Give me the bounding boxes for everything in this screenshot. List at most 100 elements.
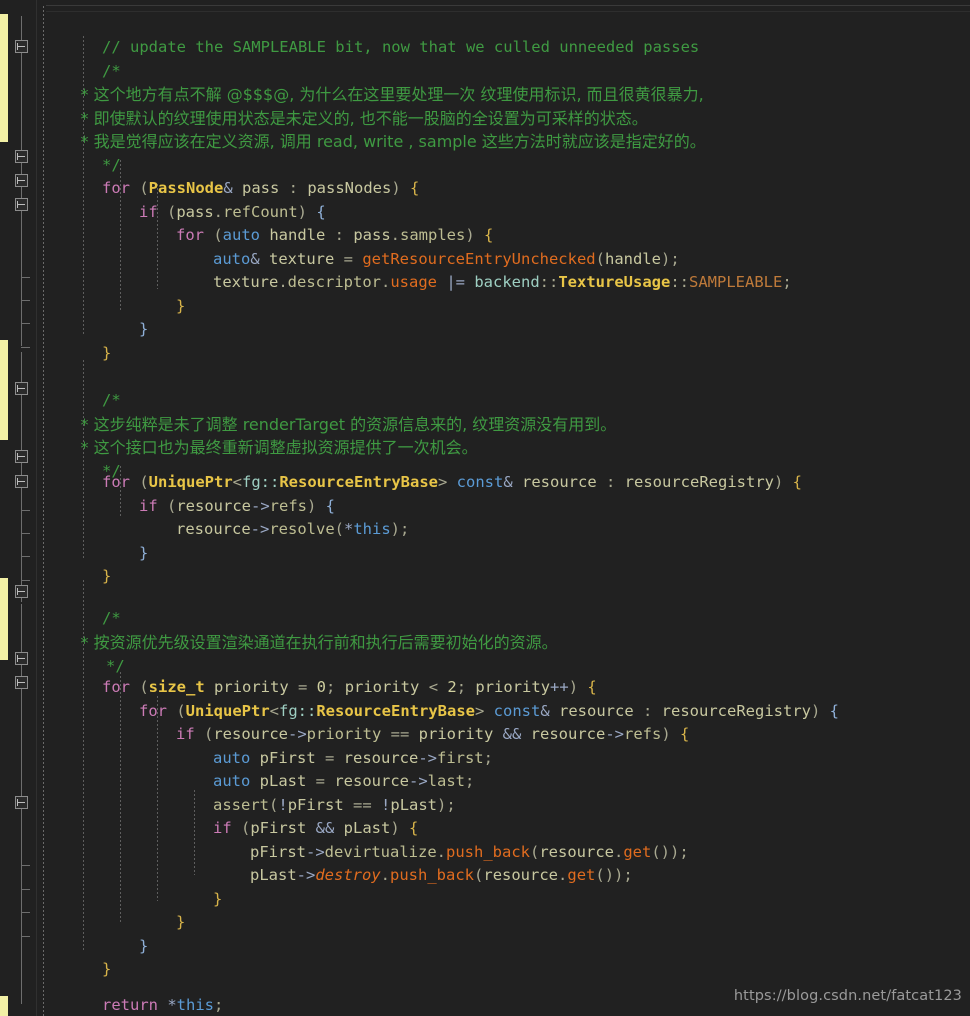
code-line[interactable]: } xyxy=(46,541,111,585)
member: descriptor xyxy=(287,272,381,291)
code-line[interactable]: /* xyxy=(46,583,121,627)
code-line[interactable]: for (UniquePtr<fg::ResourceEntryBase> co… xyxy=(83,676,839,720)
code-line[interactable]: pFirst->devirtualize.push_back(resource.… xyxy=(194,817,689,861)
code-line[interactable]: assert(!pFirst == !pLast); xyxy=(157,770,456,814)
method-resolve: resolve xyxy=(269,519,335,538)
keyword-return: return xyxy=(102,995,158,1014)
code-line[interactable]: resource->resolve(*this); xyxy=(120,494,409,538)
fold-end-tick xyxy=(21,510,30,511)
code-line[interactable]: } xyxy=(46,318,111,362)
change-marker-bar xyxy=(0,578,8,660)
punct: ) xyxy=(391,178,411,197)
fold-toggle-icon[interactable] xyxy=(15,174,28,187)
code-line[interactable]: /* xyxy=(46,365,121,409)
identifier: texture xyxy=(213,272,279,291)
fold-end-tick xyxy=(21,580,30,581)
code-line[interactable]: for (PassNode& pass : passNodes) { xyxy=(46,153,419,197)
code-line[interactable]: auto& texture = getResourceEntryUnchecke… xyxy=(157,224,680,268)
code-line[interactable]: // update the SAMPLEABLE bit, now that w… xyxy=(46,12,699,56)
fold-toggle-icon[interactable] xyxy=(15,652,28,665)
punct: . xyxy=(380,865,391,884)
code-line[interactable]: * 我是觉得应该在定义资源, 调用 read, write , sample 这… xyxy=(50,106,706,151)
code-line[interactable]: auto pFirst = resource->first; xyxy=(157,723,493,767)
code-line[interactable]: * 这步纯粹是未了调整 renderTarget 的资源信息来的, 纹理资源没有… xyxy=(50,389,617,434)
fold-end-tick xyxy=(21,533,30,534)
identifier: pLast xyxy=(250,865,297,884)
fold-end-tick xyxy=(21,912,30,913)
fold-toggle-icon[interactable] xyxy=(15,150,28,163)
brace: { xyxy=(680,724,690,743)
code-editor-screenshot: // update the SAMPLEABLE bit, now that w… xyxy=(0,0,970,1016)
fold-toggle-icon[interactable] xyxy=(15,40,28,53)
punct: ; xyxy=(679,842,689,861)
identifier: resource xyxy=(522,472,606,491)
watermark-url: https://blog.csdn.net/fatcat123 xyxy=(733,988,962,1004)
fold-toggle-icon[interactable] xyxy=(15,585,28,598)
punct: ) xyxy=(390,519,401,538)
code-line[interactable]: * 即使默认的纹理使用状态是未定义的, 也不能一股脑的全设置为可采样的状态。 xyxy=(50,83,648,128)
code-line[interactable]: } xyxy=(46,934,111,978)
punct: ; xyxy=(623,865,633,884)
code-line[interactable]: } xyxy=(120,887,185,931)
arrow-operator: -> xyxy=(296,865,316,884)
type-textureusage: TextureUsage xyxy=(558,272,671,291)
code-line[interactable]: for (UniquePtr<fg::ResourceEntryBase> co… xyxy=(46,447,802,491)
fold-end-tick xyxy=(21,889,30,890)
fold-toggle-icon[interactable] xyxy=(15,796,28,809)
code-line[interactable]: return *this; xyxy=(46,970,223,1014)
code-line[interactable]: if (resource->priority == priority && re… xyxy=(120,699,689,743)
code-line[interactable]: if (pass.refCount) { xyxy=(83,177,326,221)
brace: } xyxy=(176,296,186,315)
punct: ( xyxy=(474,865,484,884)
punct: ; xyxy=(214,995,224,1014)
code-line[interactable]: } xyxy=(83,518,148,562)
code-line[interactable]: } xyxy=(83,294,148,338)
punct: : xyxy=(606,472,625,491)
fold-toggle-icon[interactable] xyxy=(15,450,28,463)
change-marker-bar xyxy=(0,996,8,1016)
identifier: resource xyxy=(483,865,559,884)
fold-toggle-icon[interactable] xyxy=(15,475,28,488)
punct: ) xyxy=(661,724,680,743)
fold-end-tick xyxy=(21,865,30,866)
brace: { xyxy=(410,178,420,197)
fold-end-tick xyxy=(21,277,30,278)
brace: } xyxy=(213,889,223,908)
fold-end-tick xyxy=(21,300,30,301)
punct: ; xyxy=(464,771,475,790)
code-line[interactable]: auto pLast = resource->last; xyxy=(157,746,474,790)
code-line[interactable]: * 按资源优先级设置渲染通道在执行前和执行后需要初始化的资源。 xyxy=(50,607,558,652)
code-line[interactable]: */ xyxy=(46,130,121,174)
code-line[interactable]: if (pFirst && pLast) { xyxy=(157,793,418,837)
fold-toggle-icon[interactable] xyxy=(15,676,28,689)
member-usage: usage xyxy=(390,272,438,291)
editor-left-border xyxy=(36,0,37,1016)
code-line[interactable]: } xyxy=(11,993,76,1016)
brace: { xyxy=(829,701,839,720)
code-line[interactable]: } xyxy=(120,271,185,315)
angle-bracket: > xyxy=(437,472,457,491)
scope-resolution: :: xyxy=(670,272,689,291)
code-line[interactable]: pLast->destroy.push_back(resource.get())… xyxy=(194,840,633,884)
editor-gutter[interactable] xyxy=(0,0,46,1016)
code-line[interactable]: } xyxy=(83,911,148,955)
punct: ; xyxy=(483,748,493,767)
member-destroy: destroy xyxy=(315,865,381,884)
code-line[interactable]: texture.descriptor.usage |= backend::Tex… xyxy=(157,247,792,291)
code-line[interactable]: if (resource->refs) { xyxy=(83,471,335,515)
operator-or-assign: |= xyxy=(437,272,475,291)
keyword-this: this xyxy=(176,995,214,1014)
code-line[interactable]: /* xyxy=(46,36,121,80)
code-line[interactable]: * 这个地方有点不解 @$$$@, 为什么在这里要处理一次 纹理使用标识, 而且… xyxy=(50,59,704,104)
code-surface[interactable]: // update the SAMPLEABLE bit, now that w… xyxy=(46,0,970,1016)
code-line[interactable]: * 这个接口也为最终重新调整虚拟资源提供了一次机会。 xyxy=(50,412,478,457)
fold-toggle-icon[interactable] xyxy=(15,198,28,211)
fold-toggle-icon[interactable] xyxy=(15,382,28,395)
code-line[interactable]: } xyxy=(157,864,222,908)
code-line[interactable]: for (size_t priority = 0; priority < 2; … xyxy=(46,652,597,696)
punct: ; xyxy=(446,795,456,814)
enum-sampleable: SAMPLEABLE xyxy=(689,272,783,291)
code-line[interactable]: for (auto handle : pass.samples) { xyxy=(120,200,493,244)
brace: } xyxy=(102,343,112,362)
identifier: resourceRegistry xyxy=(624,472,774,491)
